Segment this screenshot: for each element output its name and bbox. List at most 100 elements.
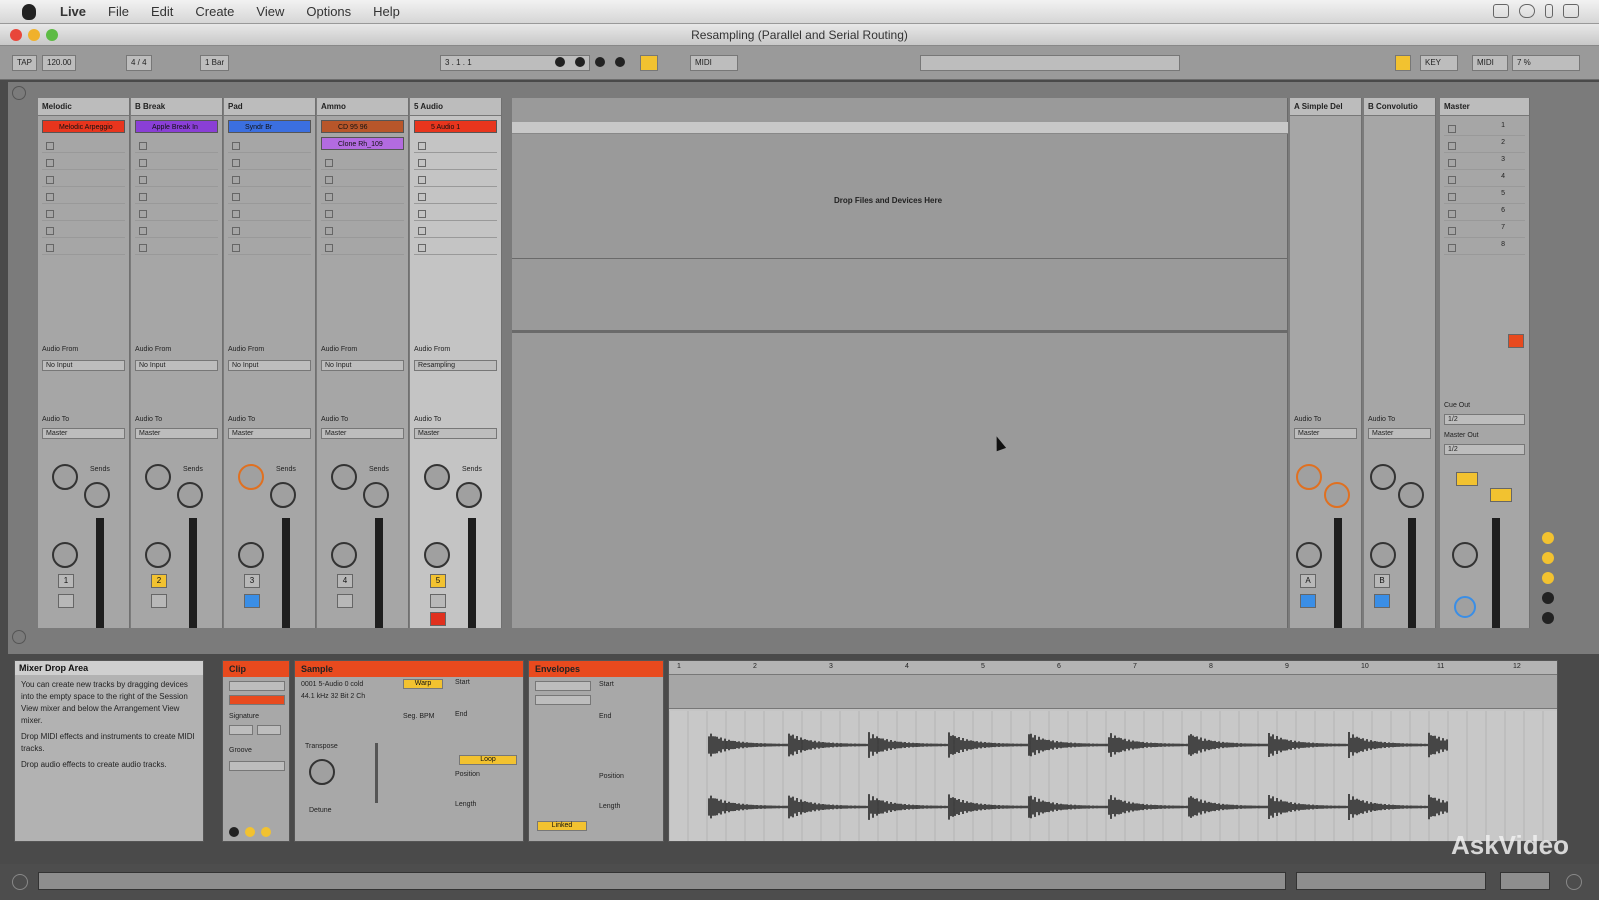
track-activator-button[interactable]: 3: [244, 574, 260, 588]
empty-clip-slot[interactable]: [321, 222, 404, 238]
clip-name-field[interactable]: [229, 681, 285, 691]
loop-button[interactable]: Loop: [459, 755, 517, 765]
volume-meter[interactable]: [282, 518, 290, 628]
scene-launch[interactable]: 8: [1444, 239, 1525, 255]
return-track-a[interactable]: A Simple Del Audio To Master A: [1290, 98, 1362, 628]
master-track-title[interactable]: Master: [1440, 98, 1529, 116]
pan-knob[interactable]: [145, 542, 171, 568]
scene-launch[interactable]: 6: [1444, 205, 1525, 221]
session-overview-icon[interactable]: [12, 86, 26, 100]
empty-clip-slot[interactable]: [42, 188, 125, 204]
volume-meter[interactable]: [96, 518, 104, 628]
master-pan-knob[interactable]: [1452, 542, 1478, 568]
track-title[interactable]: Pad: [224, 98, 315, 116]
menu-view[interactable]: View: [256, 4, 284, 19]
envelope-toggle-icon[interactable]: [261, 827, 271, 837]
mixer-drop-area[interactable]: Drop Files and Devices Here: [512, 98, 1288, 628]
crossfader-section-icon[interactable]: [1542, 612, 1554, 624]
empty-clip-slot[interactable]: [42, 171, 125, 187]
solo-button[interactable]: [58, 594, 74, 608]
send-a-knob[interactable]: [145, 464, 171, 490]
play-button-icon[interactable]: [555, 57, 565, 67]
menu-edit[interactable]: Edit: [151, 4, 173, 19]
midi-map-mode-button[interactable]: MIDI: [1472, 55, 1508, 71]
beat-ruler[interactable]: 1 2 3 4 5 6 7 8 9 10 11 12: [669, 661, 1557, 675]
empty-clip-slot[interactable]: [42, 154, 125, 170]
audio-to-select[interactable]: Master: [414, 428, 497, 439]
empty-clip-slot[interactable]: [414, 222, 497, 238]
scene-launch[interactable]: 4: [1444, 171, 1525, 187]
audio-to-select[interactable]: Master: [42, 428, 125, 439]
track-selector[interactable]: [1296, 872, 1486, 890]
screen-icon[interactable]: [1493, 4, 1509, 18]
clip-color-field[interactable]: [229, 695, 285, 705]
signature-denominator[interactable]: [257, 725, 281, 735]
send-b-knob[interactable]: [84, 482, 110, 508]
crossfader-a-button[interactable]: [1456, 472, 1478, 486]
send-b-knob[interactable]: [177, 482, 203, 508]
audio-to-select[interactable]: Master: [321, 428, 404, 439]
master-track[interactable]: Master 1 2 3 4 5 6 7 8 Cue Out 1/2 Master Out 1/2: [1440, 98, 1530, 628]
empty-clip-slot[interactable]: [135, 239, 218, 255]
return-audio-to-select[interactable]: Master: [1294, 428, 1357, 439]
key-map-indicator[interactable]: [1395, 55, 1411, 71]
track-3[interactable]: Pad Syndr Br Audio From No Input Audio To Mas…: [224, 98, 316, 628]
return-activator-button[interactable]: B: [1374, 574, 1390, 588]
menu-create[interactable]: Create: [195, 4, 234, 19]
audio-from-select[interactable]: No Input: [321, 360, 404, 371]
empty-clip-slot[interactable]: [228, 137, 311, 153]
clip-slot-playing[interactable]: Apple Break In: [135, 120, 218, 133]
track-title[interactable]: 5 Audio: [410, 98, 501, 116]
empty-clip-slot[interactable]: [321, 154, 404, 170]
volume-meter[interactable]: [375, 518, 383, 628]
clock-icon[interactable]: [1519, 4, 1535, 18]
return-pan-knob[interactable]: [1370, 542, 1396, 568]
pan-knob[interactable]: [331, 542, 357, 568]
launch-icon[interactable]: [229, 827, 239, 837]
midi-map-button[interactable]: MIDI: [690, 55, 738, 71]
empty-clip-slot[interactable]: [135, 188, 218, 204]
send-a-knob[interactable]: [52, 464, 78, 490]
pan-knob[interactable]: [424, 542, 450, 568]
track-5[interactable]: 5 Audio 5 Audio 1 Audio From Resampling Audi…: [410, 98, 502, 628]
empty-clip-slot[interactable]: [414, 188, 497, 204]
track-title[interactable]: Ammo: [317, 98, 408, 116]
gain-slider[interactable]: [375, 743, 378, 803]
track-1[interactable]: Melodic Melodic Arpeggio Audio From No Inpu…: [38, 98, 130, 628]
master-volume-meter[interactable]: [1492, 518, 1500, 628]
transpose-knob[interactable]: [309, 759, 335, 785]
return-volume-meter[interactable]: [1334, 518, 1342, 628]
waveform-display[interactable]: [669, 711, 1557, 841]
volume-meter[interactable]: [468, 518, 476, 628]
return-send-a-knob[interactable]: [1370, 464, 1396, 490]
track-activator-button[interactable]: 2: [151, 574, 167, 588]
return-solo-button[interactable]: [1300, 594, 1316, 608]
signature-numerator[interactable]: [229, 725, 253, 735]
clip-slot-playing[interactable]: 5 Audio 1: [414, 120, 497, 133]
track-activator-button[interactable]: 1: [58, 574, 74, 588]
tap-tempo-button[interactable]: TAP: [12, 55, 37, 71]
arrangement-position[interactable]: 3 . 1 . 1: [440, 55, 590, 71]
solo-button[interactable]: [151, 594, 167, 608]
wifi-icon[interactable]: [1563, 4, 1579, 18]
scene-launch[interactable]: 1: [1444, 120, 1525, 136]
volume-meter[interactable]: [189, 518, 197, 628]
return-track-title[interactable]: B Convolutio: [1364, 98, 1435, 116]
scene-launch[interactable]: 7: [1444, 222, 1525, 238]
track-title[interactable]: Melodic: [38, 98, 129, 116]
empty-clip-slot[interactable]: [228, 154, 311, 170]
empty-clip-slot[interactable]: [228, 222, 311, 238]
metronome-quantize[interactable]: 1 Bar: [200, 55, 230, 71]
apple-menu-icon[interactable]: [22, 3, 36, 20]
menu-options[interactable]: Options: [306, 4, 351, 19]
track-2[interactable]: B Break Apple Break In Audio From No Input A…: [131, 98, 223, 628]
return-track-b[interactable]: B Convolutio Audio To Master B: [1364, 98, 1436, 628]
empty-clip-slot[interactable]: [135, 222, 218, 238]
track-activator-button[interactable]: 5: [430, 574, 446, 588]
stop-button-icon[interactable]: [575, 57, 585, 67]
scene-launch[interactable]: 3: [1444, 154, 1525, 170]
empty-clip-slot[interactable]: [42, 222, 125, 238]
cue-volume-knob[interactable]: [1454, 596, 1476, 618]
empty-clip-slot[interactable]: [228, 239, 311, 255]
clip-slot-playing[interactable]: Syndr Br: [228, 120, 311, 133]
